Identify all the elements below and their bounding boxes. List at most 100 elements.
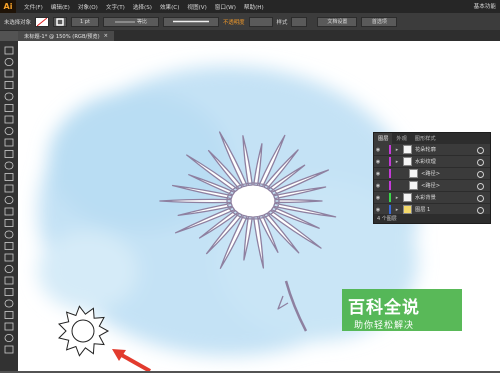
- menu-object[interactable]: 对象(O): [78, 3, 98, 11]
- visibility-eye-icon[interactable]: ◉: [374, 207, 382, 213]
- gradient-icon[interactable]: [4, 253, 14, 262]
- type-icon[interactable]: [4, 104, 14, 112]
- app-logo: Ai: [0, 0, 16, 13]
- target-circle-icon[interactable]: [477, 159, 484, 166]
- close-icon[interactable]: ×: [104, 33, 108, 39]
- tab-layers[interactable]: 图层: [374, 133, 393, 144]
- layer-thumbnail: [403, 145, 412, 154]
- menu-file[interactable]: 文件(F): [24, 3, 43, 11]
- layer-name: <路径>: [421, 183, 441, 189]
- slice-icon[interactable]: [4, 322, 14, 331]
- mesh-icon[interactable]: [4, 242, 14, 250]
- expand-arrow-icon[interactable]: ▸: [394, 195, 400, 201]
- brush-definition-select[interactable]: [162, 16, 219, 27]
- brush-icon[interactable]: [4, 138, 14, 147]
- free-transform-icon[interactable]: [4, 207, 14, 216]
- annotation-arrow: [112, 349, 151, 371]
- visibility-eye-icon[interactable]: ◉: [374, 171, 382, 177]
- layer-color-bar: [389, 181, 391, 190]
- target-circle-icon[interactable]: [477, 183, 484, 190]
- watermark-title: 百科全说: [348, 298, 420, 318]
- magic-wand-icon[interactable]: [4, 69, 14, 78]
- expand-arrow-icon[interactable]: ▸: [394, 159, 400, 165]
- target-circle-icon[interactable]: [477, 147, 484, 154]
- pen-icon[interactable]: [4, 92, 14, 101]
- visibility-eye-icon[interactable]: ◉: [374, 183, 382, 189]
- line-icon[interactable]: [4, 115, 14, 124]
- toolbar-icons: [4, 46, 14, 354]
- layer-thumbnail: [403, 205, 412, 214]
- fill-swatch[interactable]: [34, 16, 49, 27]
- tab-appearance[interactable]: 外观: [392, 135, 410, 142]
- blend-icon[interactable]: [4, 276, 14, 285]
- style-select[interactable]: [291, 16, 308, 27]
- stroke-weight-field[interactable]: 1 pt: [70, 16, 99, 27]
- pencil-icon[interactable]: [4, 150, 14, 158]
- layers-panel: 图层 外观 图形样式 ◉ ▸ 花朵轮廓 ◉ ▸ 水彩纹理 ◉ <路径> ◉ <路径> ◉ ▸ 水彩背景 ◉…: [373, 132, 491, 224]
- control-bar: 未选择对象 1 pt 等比 不透明度 样式 文档设置 首选项: [0, 13, 500, 31]
- menu-window[interactable]: 窗口(W): [215, 3, 236, 11]
- graph-icon[interactable]: [4, 299, 14, 308]
- visibility-eye-icon[interactable]: ◉: [374, 147, 382, 153]
- perspective-icon[interactable]: [4, 230, 14, 239]
- zoom-icon[interactable]: [4, 345, 14, 354]
- target-circle-icon[interactable]: [477, 171, 484, 178]
- direct-select-icon[interactable]: [4, 58, 14, 66]
- document-tab[interactable]: 未标题-1* @ 150% (RGB/预览) ×: [18, 31, 115, 41]
- shape-builder-icon[interactable]: [4, 219, 14, 227]
- target-circle-icon[interactable]: [477, 207, 484, 214]
- layer-color-bar: [389, 193, 391, 202]
- stroke-swatch[interactable]: [52, 16, 67, 27]
- menu-type[interactable]: 文字(T): [106, 3, 125, 11]
- brush-stroke-icon: [172, 20, 209, 23]
- workspace-switcher[interactable]: 基本功能: [474, 2, 496, 10]
- visibility-eye-icon[interactable]: ◉: [374, 195, 382, 201]
- layer-row[interactable]: ◉ ▸ 水彩纹理: [374, 156, 490, 168]
- opacity-label[interactable]: 不透明度: [223, 18, 245, 26]
- target-circle-icon[interactable]: [477, 195, 484, 202]
- visibility-eye-icon[interactable]: ◉: [374, 159, 382, 165]
- rect-icon[interactable]: [4, 127, 14, 135]
- hand-icon[interactable]: [4, 334, 14, 342]
- rotate-icon[interactable]: [4, 173, 14, 181]
- eyedropper-icon[interactable]: [4, 265, 14, 273]
- expand-arrow-icon[interactable]: ▸: [394, 207, 400, 213]
- selection-status: 未选择对象: [4, 19, 31, 26]
- selection-tool-icon[interactable]: [4, 46, 14, 55]
- layer-color-bar: [389, 169, 391, 178]
- menu-help[interactable]: 帮助(H): [244, 3, 264, 11]
- layer-name: 花朵轮廓: [415, 147, 436, 153]
- eraser-icon[interactable]: [4, 161, 14, 170]
- tab-graphic-styles[interactable]: 图形样式: [411, 135, 440, 142]
- menu-effect[interactable]: 效果(C): [160, 3, 179, 11]
- layer-row[interactable]: ◉ ▸ 水彩背景: [374, 192, 490, 204]
- layers-panel-footer: 4 个图层: [374, 214, 490, 223]
- layer-thumbnail: [409, 169, 418, 178]
- artboard-icon[interactable]: [4, 311, 14, 319]
- layer-name: 图层 1: [415, 207, 431, 213]
- style-label: 样式: [276, 19, 288, 26]
- menu-view[interactable]: 视图(V): [187, 3, 206, 11]
- layer-row[interactable]: ◉ <路径>: [374, 168, 490, 180]
- opacity-field[interactable]: [248, 16, 273, 27]
- layer-thumbnail: [409, 181, 418, 190]
- preferences-button[interactable]: 首选项: [361, 16, 398, 27]
- layers-panel-tabs: 图层 外观 图形样式: [374, 133, 490, 144]
- menu-select[interactable]: 选择(S): [133, 3, 152, 11]
- stroke-icon: [56, 17, 64, 26]
- symbol-sprayer-icon[interactable]: [4, 288, 14, 296]
- width-icon[interactable]: [4, 196, 14, 204]
- lasso-icon[interactable]: [4, 81, 14, 89]
- document-setup-button[interactable]: 文档设置: [317, 16, 358, 27]
- scale-icon[interactable]: [4, 184, 14, 193]
- layer-row[interactable]: ◉ ▸ 花朵轮廓: [374, 144, 490, 156]
- expand-arrow-icon[interactable]: ▸: [394, 147, 400, 153]
- menu-edit[interactable]: 编辑(E): [51, 3, 70, 11]
- tools-panel: [0, 41, 19, 371]
- layer-row[interactable]: ◉ <路径>: [374, 180, 490, 192]
- layer-name: 水彩背景: [415, 195, 436, 201]
- stroke-profile-label: 等比: [136, 19, 147, 25]
- layer-name: <路径>: [421, 171, 441, 177]
- layer-color-bar: [389, 205, 391, 214]
- stroke-profile-select[interactable]: 等比: [102, 16, 159, 27]
